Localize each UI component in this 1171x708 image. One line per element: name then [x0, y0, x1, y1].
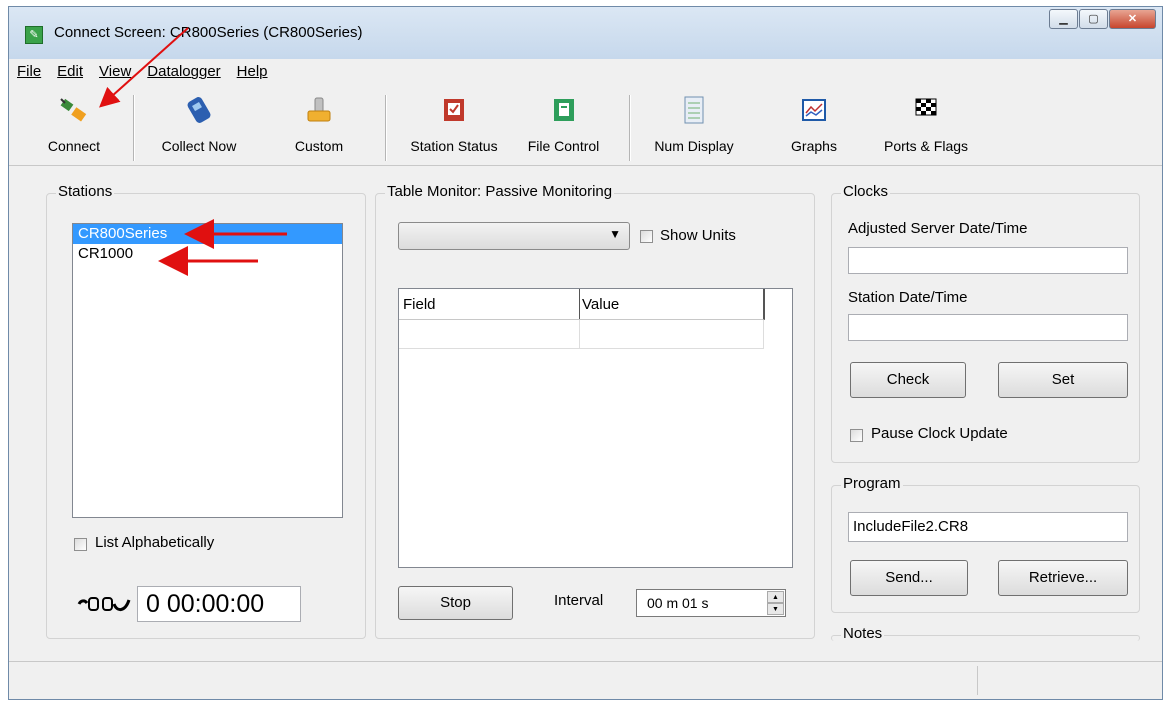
graphs-icon [802, 99, 826, 121]
title-bar: ✎ Connect Screen: CR800Series (CR800Seri… [9, 7, 1162, 59]
monitor-table[interactable]: Field Value [398, 288, 793, 568]
station-status-label: Station Status [410, 138, 498, 154]
value-column-header[interactable]: Value [582, 296, 619, 313]
station-status-button[interactable]: Station Status [399, 85, 509, 161]
pause-clock-label: Pause Clock Update [871, 425, 1008, 442]
collect-now-button[interactable]: Collect Now [149, 85, 249, 161]
graphs-button[interactable]: Graphs [774, 85, 854, 161]
stations-group-label: Stations [56, 183, 115, 200]
program-group: Program IncludeFile2.CR8 Send... Retriev… [831, 475, 1140, 613]
show-units-label: Show Units [660, 227, 736, 244]
table-monitor-label: Table Monitor: Passive Monitoring [385, 183, 615, 200]
toolbar-separator [133, 95, 135, 161]
station-item-cr800series[interactable]: CR800Series [73, 224, 342, 244]
list-alphabetically-checkbox[interactable] [74, 538, 87, 551]
file-control-button[interactable]: File Control [516, 85, 611, 161]
set-clock-button[interactable]: Set [998, 362, 1128, 398]
chevron-down-icon: ▼ [609, 227, 621, 241]
interval-value: 00 m 01 s [647, 595, 709, 611]
close-button[interactable]: ✕ [1109, 9, 1156, 29]
stations-list[interactable]: CR800Series CR1000 [72, 223, 343, 518]
status-bar [9, 661, 1162, 699]
menu-edit[interactable]: Edit [49, 63, 91, 80]
maximize-button[interactable]: ▢ [1079, 9, 1108, 29]
stop-button[interactable]: Stop [398, 586, 513, 620]
station-datetime-label: Station Date/Time [848, 289, 968, 306]
custom-icon [307, 97, 331, 122]
file-control-label: File Control [527, 138, 600, 154]
clocks-group: Clocks Adjusted Server Date/Time Station… [831, 183, 1140, 463]
send-program-button[interactable]: Send... [850, 560, 968, 596]
check-clock-button[interactable]: Check [850, 362, 966, 398]
menu-bar: File Edit View Datalogger Help [9, 59, 1162, 83]
collect-now-label: Collect Now [161, 138, 237, 154]
ports-flags-button[interactable]: Ports & Flags [871, 85, 981, 161]
interval-label: Interval [554, 592, 604, 609]
toolbar-separator [629, 95, 631, 161]
program-file-field: IncludeFile2.CR8 [848, 512, 1128, 542]
station-status-icon [444, 99, 464, 121]
menu-datalogger[interactable]: Datalogger [139, 63, 228, 80]
connection-status-icon [77, 597, 131, 611]
menu-view[interactable]: View [91, 63, 139, 80]
minimize-button[interactable]: ▁ [1049, 9, 1078, 29]
table-monitor-group: Table Monitor: Passive Monitoring ▼ Show… [375, 183, 815, 639]
station-datetime-field [848, 314, 1128, 341]
window-title: Connect Screen: CR800Series (CR800Series… [54, 24, 363, 41]
server-datetime-label: Adjusted Server Date/Time [848, 220, 1028, 237]
checkered-flag-icon [915, 98, 937, 116]
toolbar: Connect Collect Now Custom Station Statu… [9, 85, 1162, 166]
monitor-table-header: Field Value [399, 289, 765, 320]
stations-group: Stations CR800Series CR1000 List Alphabe… [46, 183, 366, 639]
plug-icon [60, 98, 87, 122]
interval-spinner[interactable]: 00 m 01 s ▲ ▼ [636, 589, 786, 617]
spin-up-icon[interactable]: ▲ [767, 591, 784, 603]
spin-down-icon[interactable]: ▼ [767, 603, 784, 615]
custom-label: Custom [294, 138, 344, 154]
graphs-label: Graphs [791, 138, 837, 154]
num-display-label: Num Display [654, 138, 734, 154]
notes-group-label: Notes [841, 625, 885, 642]
collect-device-icon [187, 97, 211, 123]
toolbar-separator [385, 95, 387, 161]
status-divider [977, 666, 978, 695]
num-display-icon [684, 96, 704, 124]
num-display-button[interactable]: Num Display [644, 85, 744, 161]
list-alphabetically-label: List Alphabetically [95, 534, 215, 551]
ports-flags-label: Ports & Flags [883, 138, 969, 154]
notes-group: Notes [831, 625, 1140, 642]
cell-divider [579, 320, 580, 348]
connect-button[interactable]: Connect [29, 85, 119, 161]
retrieve-program-button[interactable]: Retrieve... [998, 560, 1128, 596]
station-item-cr1000[interactable]: CR1000 [73, 244, 342, 264]
connect-label: Connect [47, 138, 101, 154]
field-column-header[interactable]: Field [403, 296, 436, 313]
menu-file[interactable]: File [9, 63, 49, 80]
menu-help[interactable]: Help [229, 63, 276, 80]
table-select[interactable]: ▼ [398, 222, 630, 250]
connection-timer: 0 00:00:00 [137, 586, 301, 622]
clocks-group-label: Clocks [841, 183, 891, 200]
program-group-label: Program [841, 475, 903, 492]
server-datetime-field [848, 247, 1128, 274]
app-icon: ✎ [25, 26, 43, 44]
connect-screen-window: ✎ Connect Screen: CR800Series (CR800Seri… [8, 6, 1163, 700]
column-divider [579, 289, 580, 319]
file-control-icon [553, 99, 574, 121]
show-units-checkbox[interactable] [640, 230, 653, 243]
custom-button[interactable]: Custom [274, 85, 364, 161]
table-row [399, 320, 764, 349]
window-controls: ▁ ▢ ✕ [1048, 9, 1156, 31]
pause-clock-checkbox[interactable] [850, 429, 863, 442]
